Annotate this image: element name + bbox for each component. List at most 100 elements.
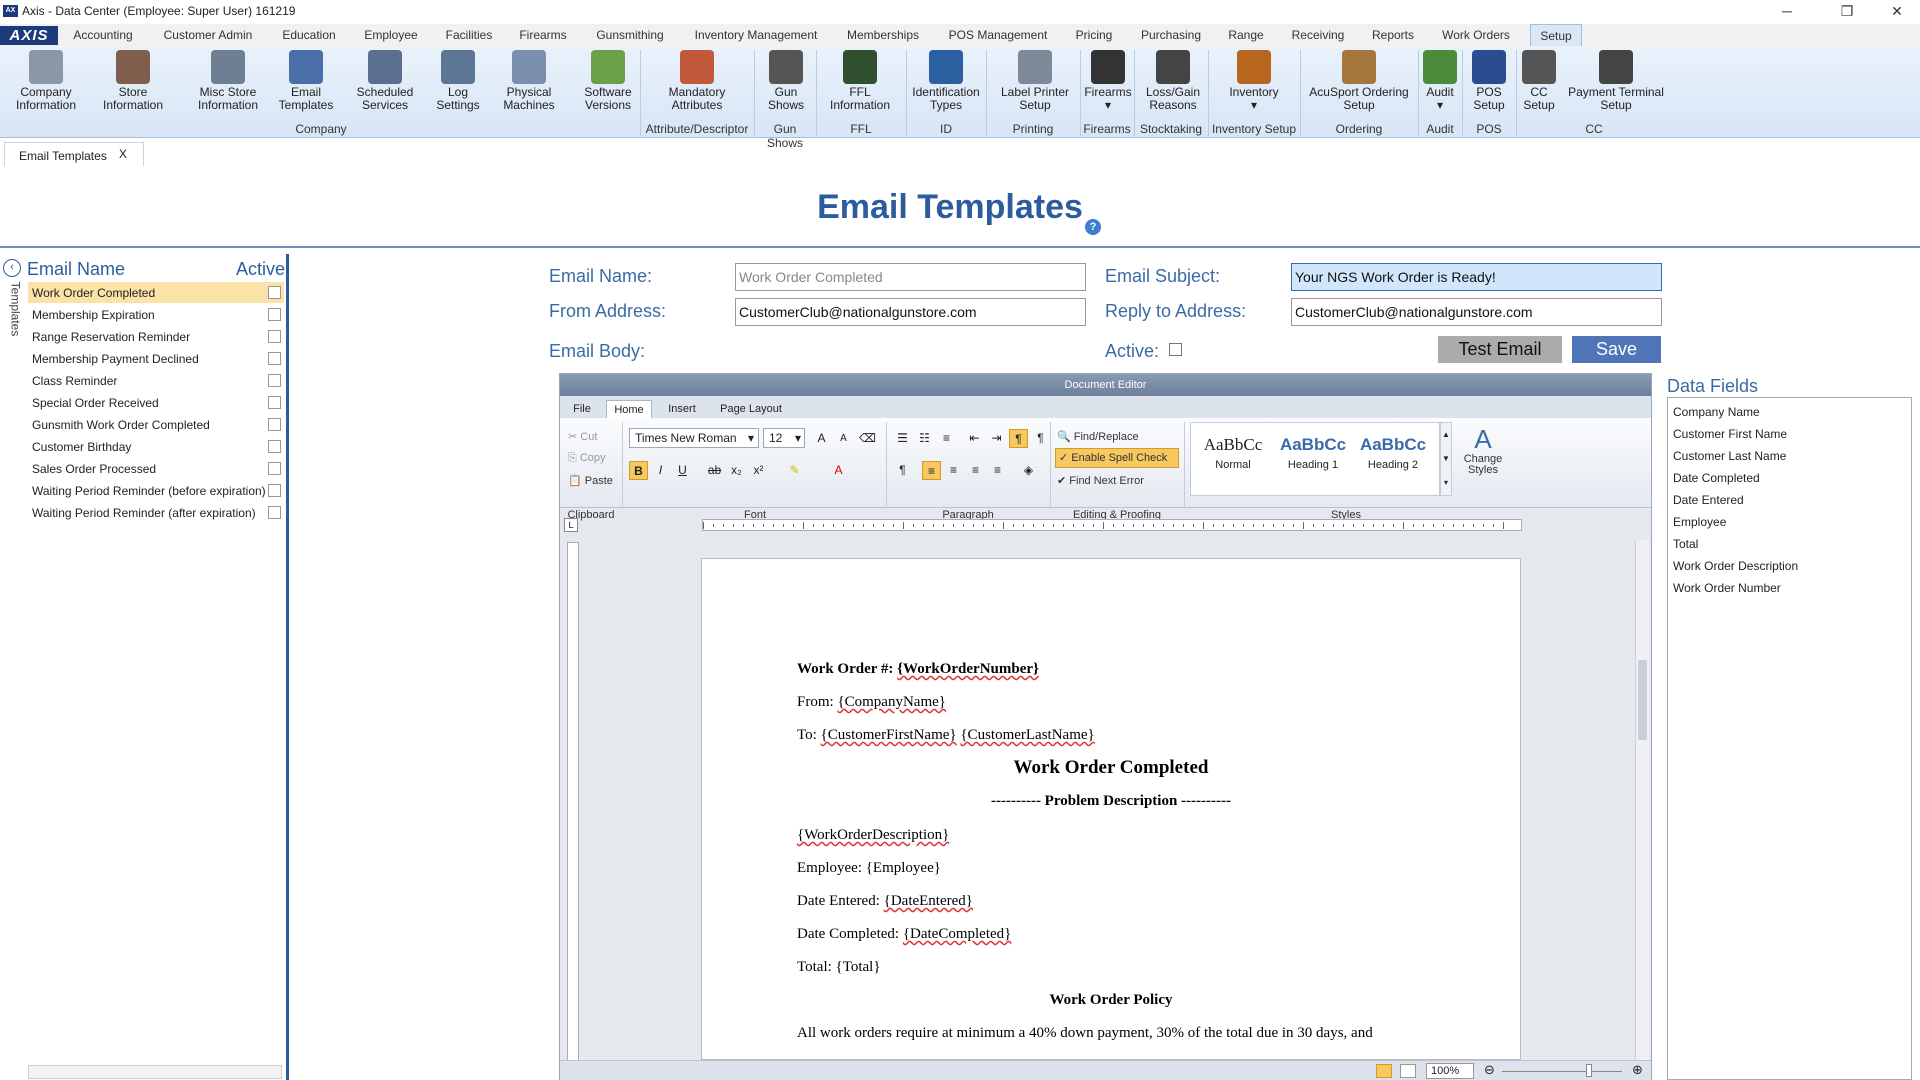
tab-stop-selector[interactable]: L [564,518,578,532]
data-field-item[interactable]: Customer Last Name [1673,449,1786,463]
test-email-button[interactable]: Test Email [1438,336,1562,363]
find-replace-button[interactable]: 🔍 Find/Replace [1057,430,1139,443]
show-marks-icon[interactable]: ¶ [893,461,912,480]
ribbon-button-building[interactable]: Company Information [8,50,84,112]
ribbon-button-gun-shows[interactable]: Gun Shows [762,50,810,112]
list-item[interactable]: Customer Birthday [28,436,284,457]
tab-close-button[interactable]: X [119,147,127,161]
font-family-select[interactable]: Times New Roman ▾ [629,428,759,448]
shrink-font-button[interactable]: A [834,429,853,448]
active-checkbox[interactable] [268,308,281,321]
help-icon[interactable]: ? [1085,219,1101,235]
menu-tab-employee[interactable]: Employee [358,24,424,46]
italic-button[interactable]: I [651,461,670,480]
simple-view-icon[interactable] [1400,1064,1416,1078]
active-checkbox[interactable] [1169,343,1182,356]
menu-tab-reports[interactable]: Reports [1366,24,1420,46]
list-item[interactable]: Range Reservation Reminder [28,326,284,347]
ribbon-button-email[interactable]: Email Templates [272,50,340,112]
ruler-scale[interactable] [702,519,1522,531]
menu-tab-work-orders[interactable]: Work Orders [1436,24,1516,46]
ribbon-button-loss-gain[interactable]: Loss/Gain Reasons [1140,50,1206,112]
ribbon-button-payment-terminal[interactable]: Payment Terminal Setup [1566,50,1666,112]
data-field-item[interactable]: Employee [1673,515,1726,529]
menu-tab-memberships[interactable]: Memberships [840,24,926,46]
ribbon-button-attributes[interactable]: Mandatory Attributes [660,50,734,112]
zoom-slider[interactable] [1502,1071,1622,1072]
subscript-button[interactable]: x₂ [727,461,746,480]
document-page[interactable]: Work Order #: {WorkOrderNumber} From: {C… [701,558,1521,1060]
active-checkbox[interactable] [268,286,281,299]
zoom-in-icon[interactable]: ⊕ [1632,1062,1643,1078]
menu-tab-education[interactable]: Education [276,24,342,46]
ribbon-button-cc-terminal[interactable]: CC Setup [1518,50,1560,112]
styles-scroll[interactable]: ▲ ▼ ▾ [1440,422,1452,496]
clear-format-button[interactable]: ⌫ [858,429,877,448]
decrease-indent-icon[interactable]: ⇤ [965,429,984,448]
copy-button[interactable]: ⎘ Copy [568,452,606,465]
ribbon-button-ffl-seal[interactable]: FFL Information [822,50,898,112]
menu-tab-gunsmithing[interactable]: Gunsmithing [588,24,672,46]
ribbon-button-pistol[interactable]: Firearms ▾ [1082,50,1134,112]
list-item[interactable]: Class Reminder [28,370,284,391]
active-checkbox[interactable] [268,440,281,453]
from-address-field[interactable]: CustomerClub@nationalgunstore.com [735,298,1086,326]
data-field-item[interactable]: Work Order Description [1673,559,1798,573]
menu-tab-facilities[interactable]: Facilities [438,24,500,46]
find-next-error-button[interactable]: ✔ Find Next Error [1057,474,1144,487]
email-name-field[interactable]: Work Order Completed [735,263,1086,291]
data-field-item[interactable]: Date Completed [1673,471,1760,485]
enable-spell-check-button[interactable]: ✓ Enable Spell Check [1055,448,1179,468]
minimize-button[interactable]: ─ [1764,0,1810,24]
menu-tab-inventory-management[interactable]: Inventory Management [688,24,824,46]
zoom-level[interactable]: 100% [1426,1063,1474,1079]
shading-icon[interactable]: ◈ [1019,461,1038,480]
change-styles-button[interactable]: A Change Styles [1458,424,1508,476]
menu-tab-pos-management[interactable]: POS Management [942,24,1054,46]
active-checkbox[interactable] [268,462,281,475]
highlight-color-button[interactable]: ✎ [785,461,804,480]
list-item[interactable]: Waiting Period Reminder (after expiratio… [28,502,284,523]
active-checkbox[interactable] [268,484,281,497]
menu-tab-customer-admin[interactable]: Customer Admin [156,24,260,46]
active-checkbox[interactable] [268,418,281,431]
active-checkbox[interactable] [268,374,281,387]
editor-tab-insert[interactable]: Insert [656,400,708,418]
ribbon-button-schedule[interactable]: Scheduled Services [350,50,420,112]
list-item[interactable]: Sales Order Processed [28,458,284,479]
menu-tab-pricing[interactable]: Pricing [1068,24,1120,46]
data-field-item[interactable]: Work Order Number [1673,581,1781,595]
strikethrough-button[interactable]: ab [705,461,724,480]
data-field-item[interactable]: Total [1673,537,1698,551]
underline-button[interactable]: U [673,461,692,480]
active-checkbox[interactable] [268,396,281,409]
save-button[interactable]: Save [1572,336,1661,363]
active-checkbox[interactable] [268,506,281,519]
ltr-icon[interactable]: ¶ [1009,429,1028,448]
superscript-button[interactable]: x² [749,461,768,480]
bullets-icon[interactable]: ☰ [893,429,912,448]
list-item[interactable]: Work Order Completed [28,282,284,303]
list-item[interactable]: Membership Payment Declined [28,348,284,369]
ribbon-button-store[interactable]: Store Information [96,50,170,112]
align-right-icon[interactable]: ≡ [966,461,985,480]
menu-tab-receiving[interactable]: Receiving [1286,24,1350,46]
ribbon-button-log[interactable]: Log Settings [430,50,486,112]
ribbon-button-id-card[interactable]: Identification Types [906,50,986,112]
print-layout-icon[interactable] [1376,1064,1392,1078]
tab-email-templates[interactable]: Email Templates X [4,142,144,166]
reply-address-field[interactable]: CustomerClub@nationalgunstore.com [1291,298,1662,326]
active-checkbox[interactable] [268,330,281,343]
increase-indent-icon[interactable]: ⇥ [987,429,1006,448]
ribbon-button-audit[interactable]: Audit ▾ [1420,50,1460,112]
ribbon-button-pos[interactable]: POS Setup [1464,50,1514,112]
menu-tab-setup[interactable]: Setup [1530,24,1582,46]
panel-splitter[interactable] [286,254,289,1080]
ribbon-button-software[interactable]: Software Versions [576,50,640,112]
numbering-icon[interactable]: ☷ [915,429,934,448]
list-item[interactable]: Waiting Period Reminder (before expirati… [28,480,284,501]
scroll-thumb[interactable] [1638,660,1647,740]
menu-tab-firearms[interactable]: Firearms [512,24,574,46]
ribbon-button-acusport[interactable]: AcuSport Ordering Setup [1304,50,1414,112]
ribbon-button-store-misc[interactable]: Misc Store Information [182,50,274,112]
